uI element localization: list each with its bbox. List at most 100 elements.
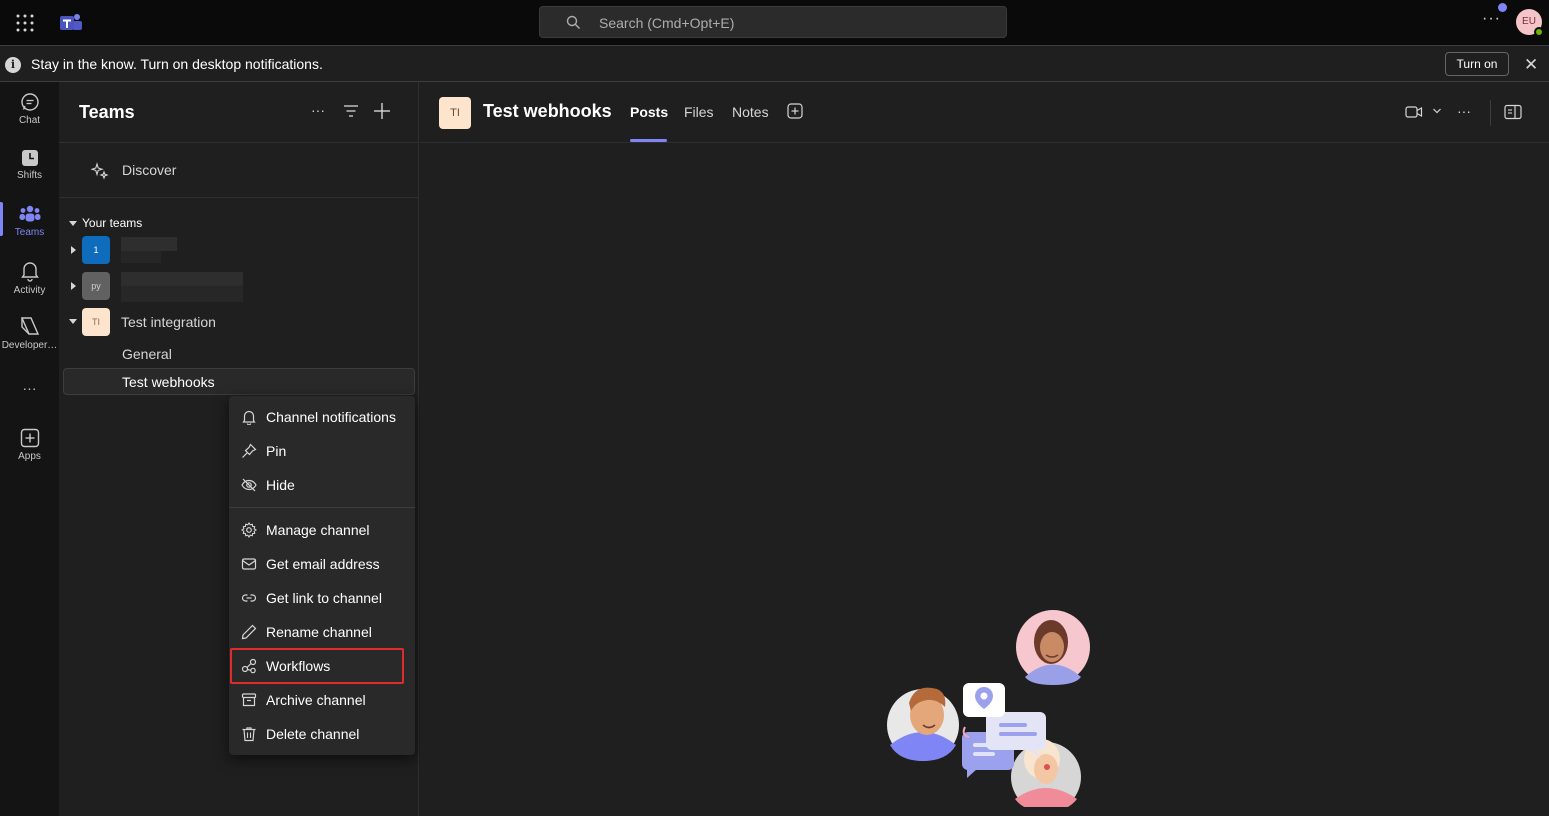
- team-name[interactable]: Test integration: [121, 314, 216, 330]
- rail-item-teams[interactable]: Teams: [0, 204, 59, 256]
- tab-notes[interactable]: Notes: [732, 104, 769, 120]
- rail-label: Activity: [13, 285, 46, 296]
- channel-item-general[interactable]: General: [122, 346, 172, 362]
- mail-icon: [241, 558, 257, 570]
- rail-item-activity[interactable]: Activity: [0, 260, 59, 312]
- tab-files[interactable]: Files: [684, 104, 714, 120]
- menu-item-label: Rename channel: [266, 624, 372, 640]
- chevron-down-icon[interactable]: [1432, 107, 1442, 115]
- app-rail: Chat Shifts Teams Activity Developer… ··…: [0, 82, 59, 816]
- search-icon: [566, 15, 580, 29]
- developer-portal-icon: [20, 317, 39, 335]
- menu-divider: [229, 507, 415, 508]
- notification-message: Stay in the know. Turn on desktop notifi…: [31, 56, 323, 72]
- menu-item-label: Delete channel: [266, 726, 360, 742]
- video-call-icon[interactable]: [1405, 105, 1423, 119]
- more-icon: ···: [22, 380, 37, 396]
- team-avatar[interactable]: TI: [82, 308, 110, 336]
- search-placeholder: Search (Cmd+Opt+E): [599, 15, 735, 31]
- menu-item-hide[interactable]: Hide: [229, 468, 415, 502]
- eye-off-icon: [241, 478, 257, 492]
- pin-icon: [242, 443, 257, 458]
- menu-item-label: Archive channel: [266, 692, 366, 708]
- channel-context-menu: Channel notifications Pin Hide Manage ch…: [229, 396, 415, 755]
- rail-label: Chat: [18, 115, 41, 126]
- chevron-right-icon[interactable]: [71, 282, 76, 290]
- divider: [59, 197, 419, 198]
- archive-icon: [241, 693, 257, 707]
- menu-item-label: Manage channel: [266, 522, 370, 538]
- discover-link[interactable]: Discover: [122, 162, 176, 178]
- rail-label: Shifts: [16, 170, 42, 181]
- header-divider: [1490, 100, 1491, 126]
- link-icon: [241, 594, 257, 602]
- channel-title: Test webhooks: [483, 101, 612, 121]
- teams-icon: [19, 205, 40, 222]
- rail-item-apps[interactable]: Apps: [0, 428, 59, 480]
- more-options-icon[interactable]: ···: [311, 102, 325, 118]
- rail-label: Developer…: [1, 340, 58, 351]
- search-input[interactable]: Search (Cmd+Opt+E): [539, 6, 1007, 38]
- chevron-right-icon[interactable]: [71, 246, 76, 254]
- sparkle-icon: [91, 162, 109, 180]
- add-tab-icon[interactable]: [787, 103, 803, 119]
- channel-main-pane: TI Test webhooks Posts Files Notes ···: [420, 82, 1549, 816]
- info-icon: i: [5, 57, 21, 73]
- channel-item-active-bg[interactable]: [63, 368, 415, 395]
- bell-icon: [242, 410, 256, 425]
- more-options-icon[interactable]: ···: [1457, 103, 1471, 119]
- teams-logo-icon: [60, 14, 82, 30]
- menu-item-label: Hide: [266, 477, 295, 493]
- rail-label: Apps: [18, 451, 41, 462]
- menu-item-delete-channel[interactable]: Delete channel: [229, 717, 415, 751]
- rail-item-chat[interactable]: Chat: [0, 92, 59, 144]
- add-icon[interactable]: [373, 102, 391, 120]
- rail-label: Teams: [14, 227, 45, 238]
- waffle-icon[interactable]: [16, 14, 34, 32]
- active-tab-indicator: [630, 139, 667, 142]
- menu-item-pin[interactable]: Pin: [229, 434, 415, 468]
- apps-icon: [20, 428, 39, 448]
- top-bar: Search (Cmd+Opt+E) ··· EU: [0, 0, 1549, 46]
- chat-icon: [20, 93, 39, 111]
- gear-icon: [241, 522, 257, 538]
- chevron-down-icon[interactable]: [69, 221, 77, 226]
- tab-posts[interactable]: Posts: [630, 104, 668, 120]
- channel-header: TI Test webhooks Posts Files Notes ···: [420, 82, 1549, 143]
- empty-channel-illustration: [887, 610, 1090, 807]
- menu-item-channel-notifications[interactable]: Channel notifications: [229, 400, 415, 434]
- chevron-down-icon[interactable]: [69, 319, 77, 324]
- team-avatar[interactable]: 1: [82, 236, 110, 264]
- channel-avatar: TI: [439, 97, 471, 129]
- menu-item-label: Get email address: [266, 556, 380, 572]
- menu-item-rename-channel[interactable]: Rename channel: [229, 615, 415, 649]
- pencil-icon: [241, 624, 257, 640]
- divider: [59, 142, 419, 143]
- more-options-icon[interactable]: ···: [1482, 10, 1501, 28]
- your-teams-header[interactable]: Your teams: [82, 216, 142, 230]
- workflows-highlight-box: [230, 648, 404, 684]
- clock-icon: [21, 150, 38, 166]
- menu-item-get-email-address[interactable]: Get email address: [229, 547, 415, 581]
- team-avatar[interactable]: py: [82, 272, 110, 300]
- menu-item-label: Pin: [266, 443, 287, 459]
- notification-banner: i Stay in the know. Turn on desktop noti…: [0, 47, 1549, 82]
- turn-on-button[interactable]: Turn on: [1445, 52, 1509, 76]
- menu-item-label: Channel notifications: [266, 409, 396, 425]
- channel-item-test-webhooks[interactable]: Test webhooks: [122, 374, 215, 390]
- menu-item-manage-channel[interactable]: Manage channel: [229, 513, 415, 547]
- presence-available-icon: [1534, 27, 1544, 37]
- rail-more-apps[interactable]: ···: [0, 380, 59, 400]
- rail-item-shifts[interactable]: Shifts: [0, 149, 59, 201]
- side-panel-icon[interactable]: [1504, 104, 1522, 120]
- bell-icon: [20, 262, 39, 282]
- notification-dot: [1498, 3, 1507, 12]
- filter-icon[interactable]: [343, 104, 359, 118]
- rail-item-developer[interactable]: Developer…: [0, 315, 59, 367]
- menu-item-label: Get link to channel: [266, 590, 382, 606]
- trash-icon: [242, 727, 256, 742]
- menu-item-get-link-to-channel[interactable]: Get link to channel: [229, 581, 415, 615]
- sidebar-title: Teams: [79, 102, 135, 122]
- close-icon[interactable]: ✕: [1524, 55, 1538, 75]
- menu-item-archive-channel[interactable]: Archive channel: [229, 683, 415, 717]
